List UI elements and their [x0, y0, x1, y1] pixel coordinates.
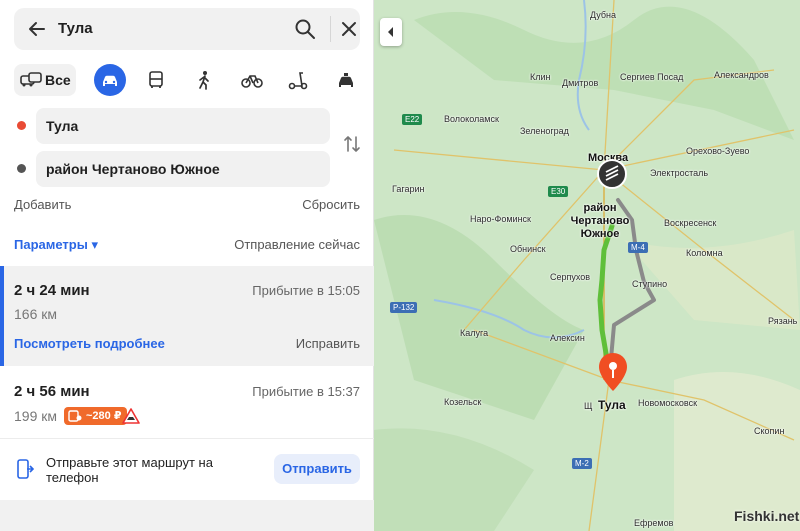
search-bar[interactable]: Тула	[14, 8, 360, 50]
road-shield-m4: M-4	[628, 242, 648, 253]
close-icon[interactable]	[340, 20, 358, 38]
toll-amount: ~280 ₽	[86, 410, 122, 422]
map-label-naro: Наро-Фоминск	[470, 214, 531, 224]
all-modes-icon	[20, 72, 42, 87]
transport-modes: Все	[14, 64, 364, 96]
route-time: 2 ч 24 мин	[14, 282, 90, 299]
map-label-ryazan: Рязань	[768, 316, 798, 326]
walk-icon	[199, 71, 209, 90]
mode-all-button[interactable]: Все	[14, 64, 76, 96]
map-label-gagarin: Гагарин	[392, 184, 425, 194]
search-divider	[330, 16, 331, 42]
route-distance: 199 км	[14, 408, 57, 424]
map-label-dmitrov: Дмитров	[562, 78, 599, 88]
map-label-elektrostal: Электросталь	[650, 168, 709, 178]
map-label-novomoskovsk: Новомосковск	[638, 398, 698, 408]
scooter-icon	[288, 72, 308, 90]
waypoint-actions: Добавить Сбросить	[14, 197, 360, 212]
map-label-kolomna: Коломна	[686, 248, 723, 258]
map-label-volokolamsk: Волоколамск	[444, 114, 499, 124]
toll-icon	[68, 410, 82, 422]
origin-value: Тула	[46, 118, 79, 134]
chevron-left-icon	[388, 27, 393, 37]
route-option-2[interactable]: 2 ч 56 мин Прибытие в 15:37 199 км ~280 …	[0, 370, 374, 436]
route-details-link[interactable]: Посмотреть подробнее	[14, 336, 165, 351]
map-label-klin: Клин	[530, 72, 551, 82]
map-label-efremov: Ефремов	[634, 518, 674, 528]
origin-pin-icon[interactable]	[598, 352, 628, 392]
destination-marker-icon[interactable]	[596, 158, 628, 190]
destination-input[interactable]: район Чертаново Южное	[36, 151, 330, 187]
swap-icon[interactable]	[342, 134, 362, 154]
road-shield-m2: M-2	[572, 458, 592, 469]
toll-badge: ~280 ₽	[64, 407, 127, 425]
bike-icon	[241, 75, 263, 88]
car-icon	[103, 75, 117, 86]
map-label-obninsk: Обнинск	[510, 244, 546, 254]
search-query[interactable]: Тула	[58, 20, 93, 37]
destination-value: район Чертаново Южное	[46, 161, 220, 177]
origin-input[interactable]: Тула	[36, 108, 330, 144]
route-option-1[interactable]: 2 ч 24 мин Прибытие в 15:05 166 км Посмо…	[0, 266, 374, 366]
mode-car-button[interactable]	[94, 64, 126, 96]
taxi-icon	[339, 73, 353, 87]
departure-time[interactable]: Отправление сейчас	[234, 237, 360, 252]
map-label-shch: Щ	[584, 401, 593, 411]
send-text: Отправьте этот маршрут на телефон	[46, 455, 213, 485]
map-label-orekhovo: Орехово-Зуево	[686, 146, 750, 156]
panel-footer	[0, 500, 374, 531]
mode-all-label: Все	[45, 72, 71, 88]
map-label-sergiev: Сергиев Посад	[620, 72, 684, 82]
map-label-stupino: Ступино	[632, 279, 668, 289]
params-row: Параметры ▾ Отправление сейчас	[14, 237, 360, 253]
map-label-serpukhov: Серпухов	[550, 272, 591, 282]
map-label-kozelsk: Козельск	[444, 397, 482, 407]
route-arrival: Прибытие в 15:05	[252, 283, 360, 298]
map-label-zelenograd: Зеленоград	[520, 126, 569, 136]
back-arrow-icon[interactable]	[26, 18, 48, 40]
origin-dot	[17, 121, 26, 130]
mode-scooter-button[interactable]	[282, 64, 314, 96]
map-label-aleksin: Алексин	[550, 333, 585, 343]
search-icon[interactable]	[294, 18, 316, 40]
map-label-voskresensk: Воскресенск	[664, 218, 717, 228]
reset-link[interactable]: Сбросить	[302, 197, 360, 212]
mode-taxi-button[interactable]	[330, 64, 362, 96]
map-label-dubna: Дубна	[590, 10, 617, 20]
route-panel: Тула Все Тула район Чертаново Южное Доба…	[0, 0, 374, 531]
road-warning-icon	[122, 408, 140, 424]
map-label-kaluga: Калуга	[460, 328, 489, 338]
params-dropdown[interactable]: Параметры ▾	[14, 237, 98, 252]
destination-dot	[17, 164, 26, 173]
map-label-alexandrov: Александров	[714, 70, 769, 80]
road-shield-e22: E22	[402, 114, 423, 125]
map-label-skopin: Скопин	[754, 426, 785, 436]
send-button[interactable]: Отправить	[274, 454, 360, 484]
road-shield-p132: P-132	[390, 302, 418, 313]
phone-icon	[17, 459, 34, 479]
add-waypoint-link[interactable]: Добавить	[14, 197, 71, 212]
map-label-chertanovo: район Чертаново Южное	[570, 202, 630, 240]
mode-bus-button[interactable]	[140, 64, 172, 96]
send-to-phone: Отправьте этот маршрут на телефон Отправ…	[0, 438, 374, 500]
collapse-panel-button[interactable]	[380, 18, 402, 46]
map-label-tula: Тула	[598, 398, 626, 412]
mode-walk-button[interactable]	[188, 64, 220, 96]
map-view[interactable]: Дубна Клин Дмитров Сергиев Посад Алексан…	[374, 0, 800, 531]
route-fix-link[interactable]: Исправить	[296, 336, 360, 351]
mode-bike-button[interactable]	[236, 64, 268, 96]
bus-icon	[149, 71, 163, 88]
route-time: 2 ч 56 мин	[14, 383, 90, 400]
watermark: Fishki.net	[734, 508, 800, 524]
route-distance: 166 км	[14, 306, 57, 322]
route-arrival: Прибытие в 15:37	[252, 384, 360, 399]
road-shield-e30: E30	[548, 186, 569, 197]
